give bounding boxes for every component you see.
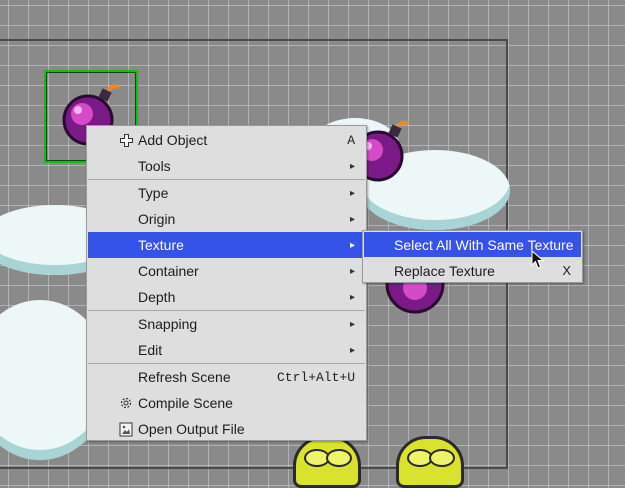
menu-item-texture[interactable]: Texture ▸ (88, 232, 365, 258)
menu-item-label: Compile Scene (138, 395, 233, 411)
menu-item-container[interactable]: Container ▸ (88, 258, 365, 284)
eye (326, 449, 352, 467)
plus-icon (118, 132, 134, 148)
menu-item-label: Origin (138, 211, 176, 227)
menu-item-type[interactable]: Type ▸ (88, 180, 365, 206)
menu-item-add-object[interactable]: Add Object A (88, 127, 365, 153)
yellow-creature-sprite[interactable] (396, 436, 464, 488)
menu-item-label: Replace Texture (394, 262, 495, 279)
menu-item-label: Add Object (138, 132, 208, 148)
submenu-arrow-icon: ▸ (349, 318, 355, 330)
menu-item-tools[interactable]: Tools ▸ (88, 153, 365, 179)
submenu-arrow-icon: ▸ (349, 291, 355, 303)
menu-item-origin[interactable]: Origin ▸ (88, 206, 365, 232)
menu-item-label: Refresh Scene (138, 369, 231, 385)
shortcut-label: X (562, 263, 571, 278)
context-menu: Add Object A Tools ▸ Type ▸ Origin ▸ Tex… (86, 125, 367, 441)
menu-item-label: Snapping (138, 316, 198, 332)
submenu-arrow-icon: ▸ (349, 344, 355, 356)
menu-item-label: Edit (138, 342, 163, 358)
file-image-icon (118, 421, 134, 437)
shortcut-label: A (347, 132, 355, 148)
submenu-item-replace-texture[interactable]: Replace Texture X (364, 258, 581, 283)
menu-item-label: Depth (138, 289, 176, 305)
texture-submenu: Select All With Same Texture Replace Tex… (362, 230, 583, 283)
menu-item-label: Open Output File (138, 421, 245, 437)
submenu-arrow-icon: ▸ (349, 239, 355, 251)
mouse-cursor-icon (531, 250, 545, 269)
submenu-item-select-all-same-texture[interactable]: Select All With Same Texture (364, 232, 581, 257)
yellow-creature-sprite[interactable] (293, 436, 361, 488)
gear-icon (118, 395, 134, 411)
menu-item-edit[interactable]: Edit ▸ (88, 337, 365, 363)
menu-item-depth[interactable]: Depth ▸ (88, 284, 365, 310)
menu-item-refresh-scene[interactable]: Refresh Scene Ctrl+Alt+U (88, 364, 365, 390)
menu-item-compile-scene[interactable]: Compile Scene (88, 390, 365, 416)
menu-item-label: Texture (138, 237, 184, 253)
submenu-arrow-icon: ▸ (349, 213, 355, 225)
menu-item-snapping[interactable]: Snapping ▸ (88, 311, 365, 337)
submenu-arrow-icon: ▸ (349, 160, 355, 172)
menu-item-label: Tools (138, 158, 171, 174)
submenu-arrow-icon: ▸ (349, 187, 355, 199)
submenu-arrow-icon: ▸ (349, 265, 355, 277)
shortcut-label: Ctrl+Alt+U (276, 369, 355, 385)
menu-item-open-output-file[interactable]: Open Output File (88, 416, 365, 442)
eye (429, 449, 455, 467)
menu-item-label: Type (138, 185, 169, 201)
menu-item-label: Container (138, 263, 199, 279)
menu-item-label: Select All With Same Texture (394, 236, 574, 253)
